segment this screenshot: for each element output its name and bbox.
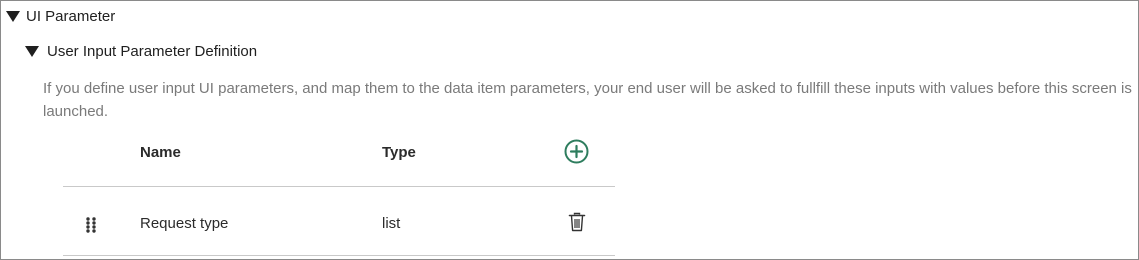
row-type-cell: list	[382, 215, 401, 232]
row-name-cell: Request type	[140, 215, 229, 232]
subsection-header-user-input[interactable]: User Input Parameter Definition	[25, 41, 257, 61]
trash-icon	[568, 212, 586, 232]
section-title: UI Parameter	[26, 7, 116, 25]
column-header-name: Name	[140, 144, 181, 161]
plus-circle-icon	[564, 139, 589, 164]
delete-row-button[interactable]	[567, 211, 587, 233]
column-header-type: Type	[382, 144, 416, 161]
caret-down-icon[interactable]	[25, 45, 39, 57]
add-parameter-button[interactable]	[563, 138, 590, 165]
table-row-divider	[63, 255, 615, 256]
caret-down-icon[interactable]	[6, 10, 20, 22]
section-description: If you define user input UI parameters, …	[43, 80, 1132, 120]
drag-handle-icon[interactable]	[85, 216, 97, 234]
section-header-ui-parameter[interactable]: UI Parameter	[6, 6, 115, 26]
table-header-divider	[63, 186, 615, 187]
subsection-title: User Input Parameter Definition	[47, 42, 258, 60]
ui-parameter-panel: UI Parameter User Input Parameter Defini…	[0, 0, 1139, 260]
